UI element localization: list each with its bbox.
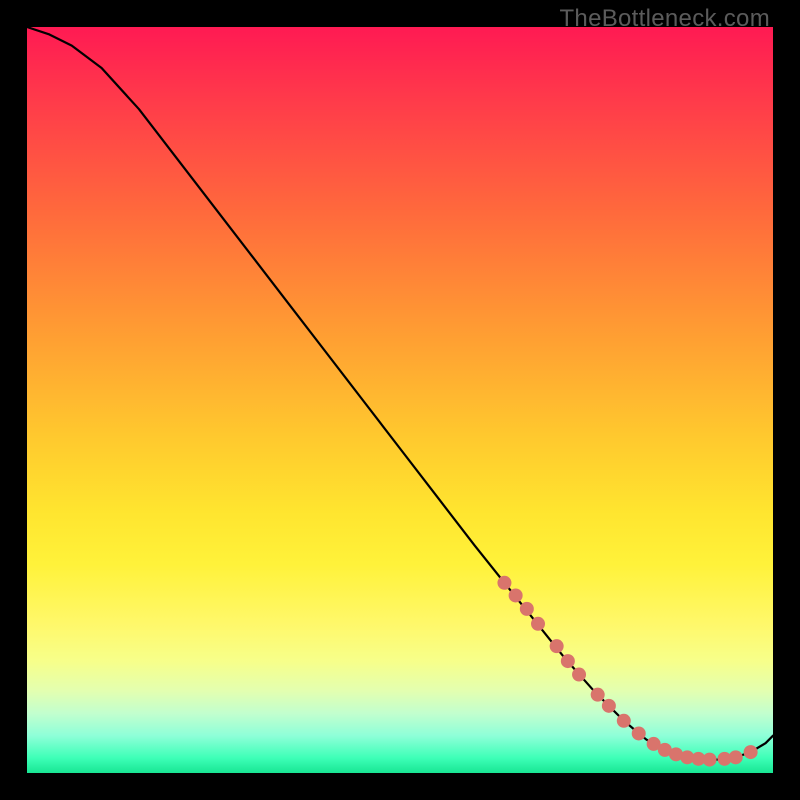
curve-marker [509,588,523,602]
bottleneck-curve [27,27,773,760]
curve-marker [572,668,586,682]
curve-marker [520,602,534,616]
curve-marker [550,639,564,653]
curve-marker [703,753,717,767]
curve-marker [531,617,545,631]
curve-marker [744,745,758,759]
chart-frame: TheBottleneck.com [0,0,800,800]
curve-marker [561,654,575,668]
chart-overlay [27,27,773,773]
curve-marker [602,699,616,713]
marker-group [497,576,757,767]
curve-marker [591,688,605,702]
curve-marker [617,714,631,728]
curve-marker [632,726,646,740]
curve-marker [729,750,743,764]
curve-marker [497,576,511,590]
